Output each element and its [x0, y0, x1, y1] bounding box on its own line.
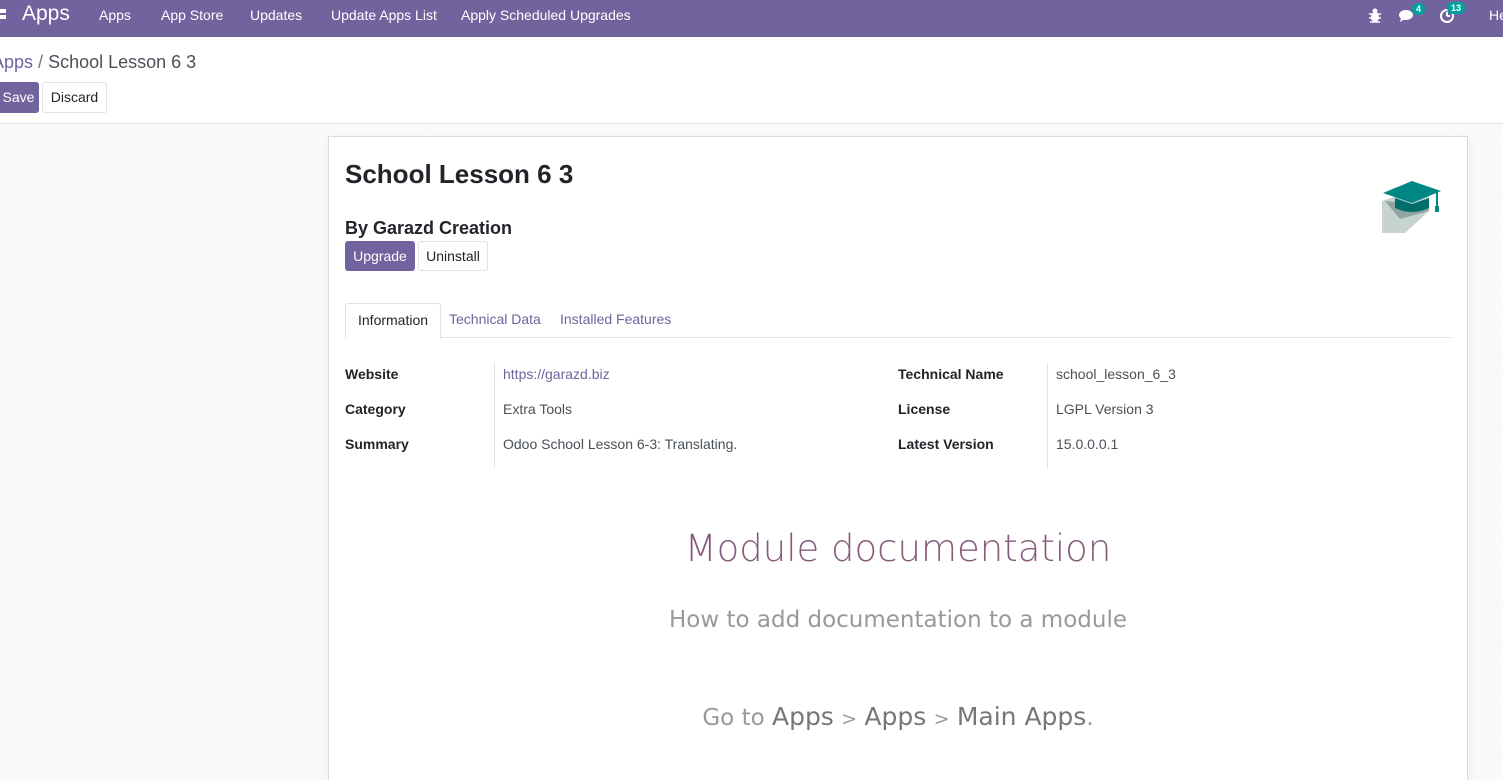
- breadcrumb-separator: /: [38, 52, 44, 72]
- breadcrumb-current: School Lesson 6 3: [48, 52, 197, 72]
- latest-version-label: Latest Version: [898, 436, 994, 452]
- module-author: By Garazd Creation: [345, 218, 513, 238]
- path-end: .: [1086, 705, 1094, 731]
- category-value: Extra Tools: [503, 401, 572, 417]
- go-to-text: Go to: [702, 705, 765, 731]
- path-apps-1: Apps: [771, 702, 834, 731]
- user-menu[interactable]: He: [1489, 7, 1503, 23]
- path-main-apps: Main Apps: [956, 702, 1087, 731]
- tab-installed-features[interactable]: Installed Features: [548, 303, 683, 338]
- breadcrumb-apps-link[interactable]: Apps: [0, 52, 33, 72]
- technical-name-value: school_lesson_6_3: [1056, 366, 1176, 382]
- path-separator: >: [841, 708, 858, 730]
- apps-menu-icon[interactable]: [0, 9, 6, 21]
- menu-updates[interactable]: Updates: [250, 7, 302, 23]
- top-navbar: Apps Apps App Store Updates Update Apps …: [0, 0, 1503, 37]
- module-documentation-title: Module documentation: [684, 527, 1112, 570]
- website-label: Website: [345, 366, 399, 382]
- activities-count-badge: 13: [1447, 2, 1466, 14]
- website-link[interactable]: https://garazd.biz: [503, 366, 610, 382]
- upgrade-button[interactable]: Upgrade: [345, 241, 415, 271]
- tab-technical-data[interactable]: Technical Data: [437, 303, 553, 338]
- save-button[interactable]: Save: [0, 82, 39, 113]
- module-documentation-subtitle: How to add documentation to a module: [668, 607, 1127, 633]
- path-apps-2: Apps: [864, 702, 927, 731]
- form-tabs: Information Technical Data Installed Fea…: [345, 303, 1451, 339]
- license-value: LGPL Version 3: [1056, 401, 1154, 417]
- documentation-navigation-path: Go to Apps > Apps > Main Apps.: [329, 702, 1467, 734]
- menu-update-apps-list[interactable]: Update Apps List: [331, 7, 437, 23]
- breadcrumb: Apps / School Lesson 6 3: [0, 51, 196, 73]
- license-label: License: [898, 401, 951, 417]
- summary-label: Summary: [345, 436, 409, 452]
- tab-information[interactable]: Information: [345, 303, 442, 339]
- module-title: School Lesson 6 3: [345, 159, 574, 189]
- menu-app-store[interactable]: App Store: [161, 7, 223, 23]
- summary-value: Odoo School Lesson 6-3: Translating.: [503, 436, 738, 452]
- menu-apps[interactable]: Apps: [99, 7, 131, 23]
- latest-version-value: 15.0.0.0.1: [1056, 436, 1119, 452]
- left-column-divider: [494, 363, 495, 468]
- messages-count-badge: 4: [1412, 3, 1426, 15]
- technical-name-label: Technical Name: [898, 366, 1004, 382]
- debug-bug-icon[interactable]: [1367, 6, 1385, 24]
- uninstall-button[interactable]: Uninstall: [418, 241, 488, 271]
- right-column-divider: [1047, 363, 1048, 468]
- discard-button[interactable]: Discard: [42, 82, 107, 113]
- form-sheet: School Lesson 6 3 By Garazd Creation Upg…: [328, 136, 1468, 780]
- menu-apply-scheduled-upgrades[interactable]: Apply Scheduled Upgrades: [461, 7, 631, 23]
- path-separator: >: [933, 708, 950, 730]
- graduation-cap-icon: [1379, 179, 1441, 235]
- app-brand[interactable]: Apps: [22, 1, 70, 27]
- category-label: Category: [345, 401, 406, 417]
